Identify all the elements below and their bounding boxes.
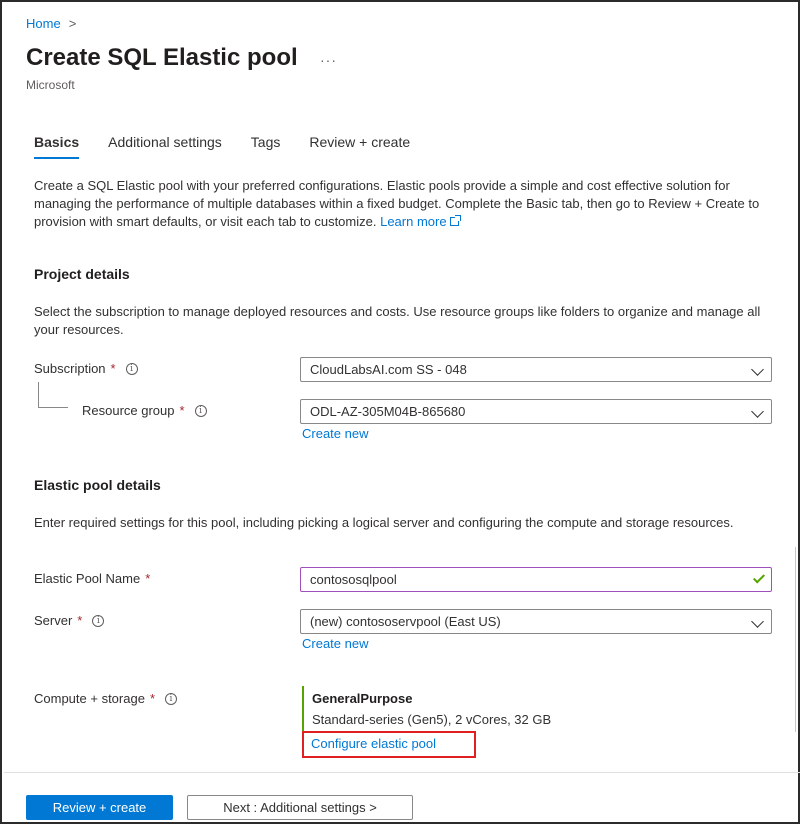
required-marker: * bbox=[110, 361, 116, 376]
server-dropdown[interactable]: (new) contososervpool (East US) bbox=[300, 609, 772, 634]
required-marker: * bbox=[145, 571, 151, 586]
subscription-dropdown[interactable]: CloudLabsAI.com SS - 048 bbox=[300, 357, 772, 382]
info-icon[interactable]: i bbox=[125, 362, 138, 375]
server-label-text: Server bbox=[34, 613, 73, 628]
compute-storage-label-text: Compute + storage bbox=[34, 691, 145, 706]
more-options-icon[interactable]: ··· bbox=[320, 52, 337, 68]
breadcrumb-home-link[interactable]: Home bbox=[26, 16, 61, 31]
required-marker: * bbox=[179, 403, 185, 418]
tree-connector-vertical bbox=[38, 382, 39, 407]
info-icon[interactable]: i bbox=[165, 692, 177, 705]
resource-group-dropdown[interactable]: ODL-AZ-305M04B-865680 bbox=[300, 399, 772, 424]
server-label: Server * i bbox=[34, 613, 105, 628]
review-create-button[interactable]: Review + create bbox=[26, 795, 173, 820]
elastic-pool-details-heading: Elastic pool details bbox=[34, 477, 161, 493]
pool-name-label-text: Elastic Pool Name bbox=[34, 571, 141, 586]
create-new-server-link[interactable]: Create new bbox=[302, 636, 368, 651]
chevron-down-icon bbox=[751, 363, 764, 376]
info-icon[interactable]: i bbox=[194, 404, 207, 417]
publisher-label: Microsoft bbox=[26, 78, 75, 92]
tab-bar: Basics Additional settings Tags Review +… bbox=[34, 134, 439, 159]
create-new-resource-group-link[interactable]: Create new bbox=[302, 426, 368, 441]
required-marker: * bbox=[77, 613, 83, 628]
next-additional-settings-button[interactable]: Next : Additional settings > bbox=[187, 795, 413, 820]
checkmark-icon bbox=[752, 571, 766, 584]
server-value: (new) contososervpool (East US) bbox=[310, 614, 501, 629]
breadcrumb: Home > bbox=[26, 16, 76, 31]
configure-elastic-pool-link[interactable]: Configure elastic pool bbox=[302, 731, 476, 758]
project-details-heading: Project details bbox=[34, 266, 130, 282]
tab-tags[interactable]: Tags bbox=[251, 134, 281, 159]
project-details-description: Select the subscription to manage deploy… bbox=[34, 304, 761, 337]
page-frame: Home > Create SQL Elastic pool ··· Micro… bbox=[0, 0, 800, 824]
scrollbar-track[interactable] bbox=[795, 547, 800, 732]
compute-tier: GeneralPurpose bbox=[312, 691, 413, 706]
subscription-label: Subscription * i bbox=[34, 361, 138, 376]
external-link-icon bbox=[449, 215, 461, 226]
resource-group-label-text: Resource group bbox=[82, 403, 175, 418]
footer-divider bbox=[4, 772, 800, 773]
tab-basics[interactable]: Basics bbox=[34, 134, 80, 159]
elastic-pool-details-description: Enter required settings for this pool, i… bbox=[34, 515, 734, 530]
compute-detail: Standard-series (Gen5), 2 vCores, 32 GB bbox=[312, 712, 552, 727]
tab-review-create[interactable]: Review + create bbox=[309, 134, 410, 159]
page-title: Create SQL Elastic pool bbox=[26, 44, 298, 71]
compute-storage-label: Compute + storage * i bbox=[34, 691, 177, 706]
required-marker: * bbox=[149, 691, 155, 706]
pool-name-input[interactable]: contososqlpool bbox=[300, 567, 772, 592]
subscription-value: CloudLabsAI.com SS - 048 bbox=[310, 362, 467, 377]
tab-additional-settings[interactable]: Additional settings bbox=[108, 134, 222, 159]
resource-group-label: Resource group * i bbox=[82, 403, 207, 418]
info-icon[interactable]: i bbox=[92, 614, 105, 627]
subscription-label-text: Subscription bbox=[34, 361, 106, 376]
tree-connector-horizontal bbox=[38, 407, 68, 408]
chevron-right-icon: > bbox=[68, 16, 77, 31]
pool-name-label: Elastic Pool Name * bbox=[34, 571, 150, 586]
chevron-down-icon bbox=[751, 405, 764, 418]
pool-name-value: contososqlpool bbox=[310, 572, 397, 587]
intro-description: Create a SQL Elastic pool with your pref… bbox=[34, 177, 774, 231]
chevron-down-icon bbox=[751, 615, 764, 628]
learn-more-link[interactable]: Learn more bbox=[380, 214, 446, 229]
resource-group-value: ODL-AZ-305M04B-865680 bbox=[310, 404, 466, 419]
